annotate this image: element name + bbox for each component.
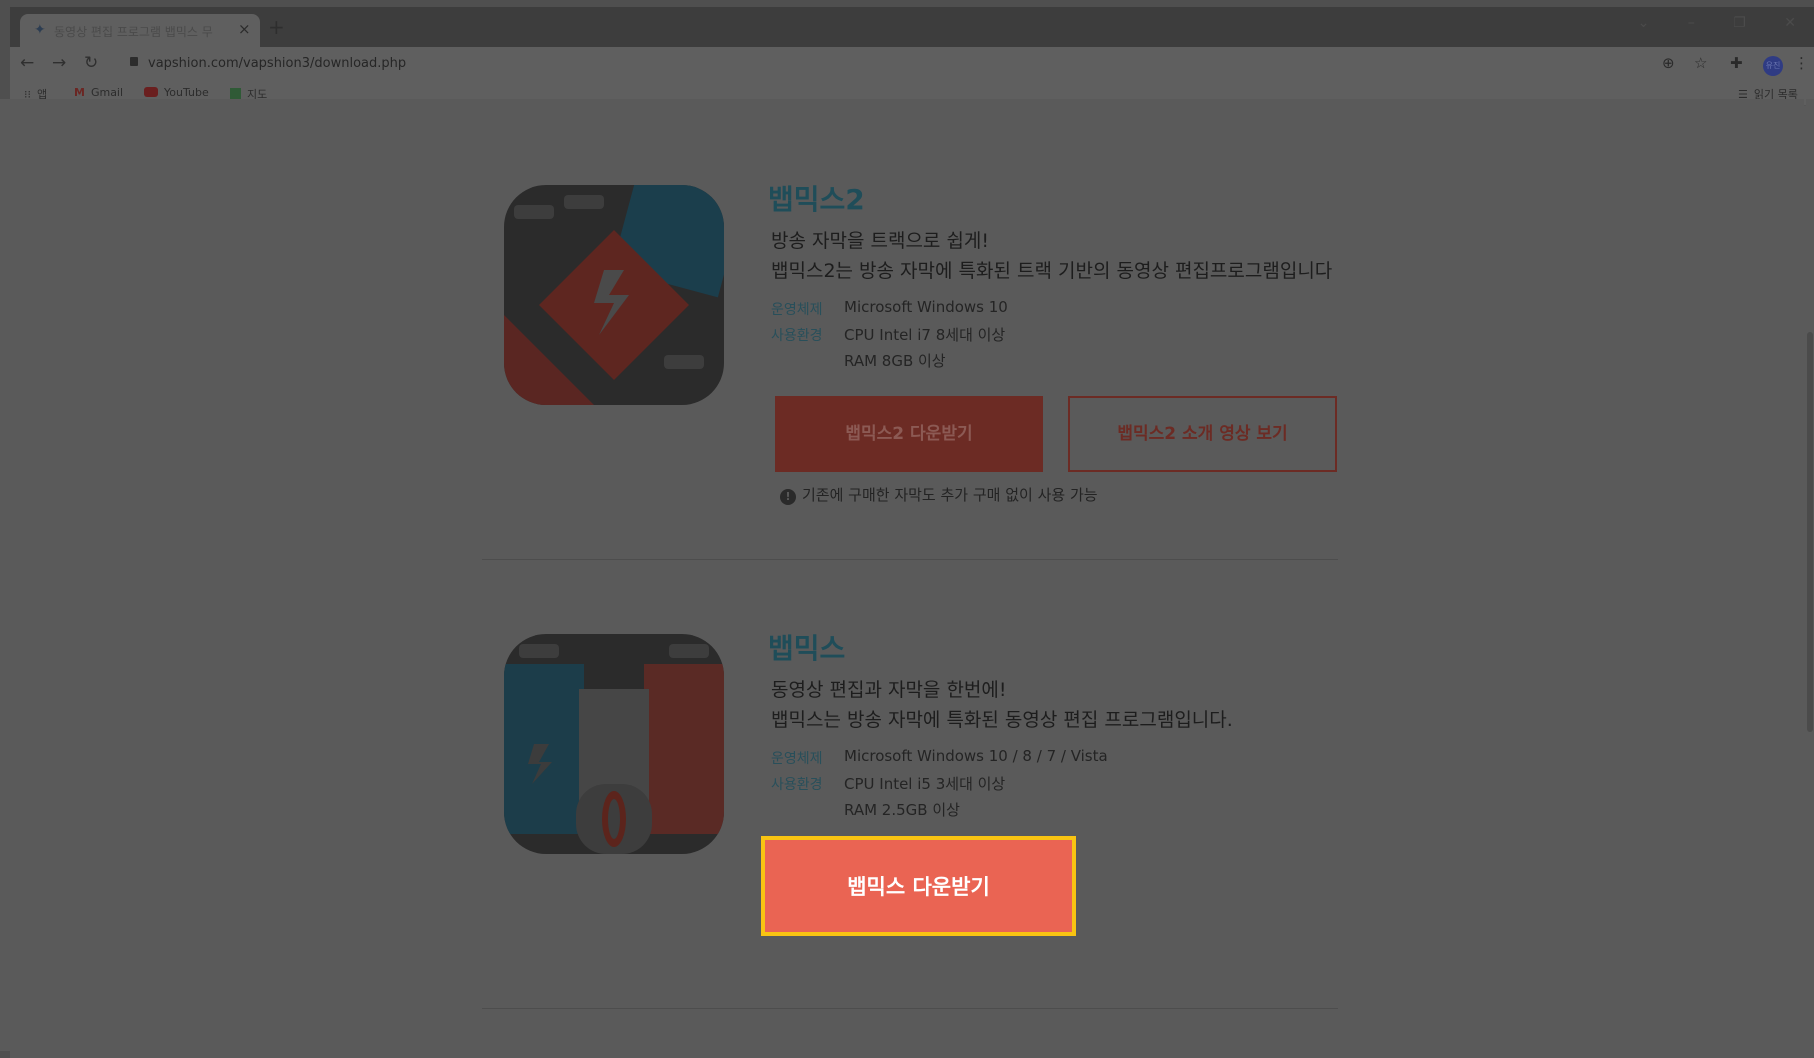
vapmix-download-label: 뱁믹스 다운받기 xyxy=(847,875,990,899)
vapmix2-os-label: 운영체제 xyxy=(771,302,823,318)
vapmix2-env-cpu: CPU Intel i7 8세대 이상 xyxy=(844,326,1006,344)
address-bar[interactable]: vapshion.com/vapshion3/download.php xyxy=(118,52,1678,78)
reload-icon[interactable]: ↻ xyxy=(84,53,98,73)
youtube-icon xyxy=(144,87,158,97)
vapmix2-app-icon xyxy=(504,185,724,405)
restore-icon[interactable]: ❐ xyxy=(1733,15,1746,31)
vapmix2-download-button[interactable]: 뱁믹스2 다운받기 xyxy=(775,396,1043,472)
url-text: vapshion.com/vapshion3/download.php xyxy=(148,56,407,71)
vapmix-tagline-headline: 동영상 편집과 자막을 한번에! xyxy=(771,679,1007,701)
vapmix2-intro-video-button[interactable]: 뱁믹스2 소개 영상 보기 xyxy=(1068,396,1337,472)
browser-tab[interactable]: ✦ 동영상 편집 프로그램 뱁믹스 무 × xyxy=(20,14,260,47)
tab-search-icon[interactable]: ⌄ xyxy=(1638,15,1650,31)
vapmix-os-label: 운영체제 xyxy=(771,751,823,767)
vapmix-app-icon xyxy=(504,634,724,854)
vapmix-env-ram: RAM 2.5GB 이상 xyxy=(844,801,960,819)
window-controls: ⌄ – ❐ ✕ xyxy=(1604,15,1796,31)
site-favicon-icon: ✦ xyxy=(34,22,46,38)
close-window-icon[interactable]: ✕ xyxy=(1784,15,1796,31)
tab-title: 동영상 편집 프로그램 뱁믹스 무 xyxy=(54,25,213,39)
vapmix2-os-value: Microsoft Windows 10 xyxy=(844,298,1008,316)
bookmark-youtube[interactable]: YouTube xyxy=(144,86,209,99)
menu-icon[interactable]: ⋮ xyxy=(1794,54,1809,72)
lock-icon xyxy=(130,57,138,66)
section-divider-bottom xyxy=(482,1008,1338,1009)
browser-toolbar: ← → ↻ vapshion.com/vapshion3/download.ph… xyxy=(10,47,1814,83)
vapmix2-note: ! 기존에 구매한 자막도 추가 구매 없이 사용 가능 xyxy=(780,484,1098,505)
vapmix-tagline-description: 뱁믹스는 방송 자막에 특화된 동영상 편집 프로그램입니다. xyxy=(771,709,1233,731)
tab-bar: ✦ 동영상 편집 프로그램 뱁믹스 무 × + ⌄ – ❐ ✕ xyxy=(10,7,1814,47)
scrollbar-thumb[interactable] xyxy=(1807,332,1813,732)
vapmix-os-value: Microsoft Windows 10 / 8 / 7 / Vista xyxy=(844,747,1108,765)
info-icon: ! xyxy=(780,489,796,505)
new-tab-button[interactable]: + xyxy=(268,15,285,39)
section-divider xyxy=(482,559,1338,560)
vapmix2-tagline-description: 뱁믹스2는 방송 자막에 특화된 트랙 기반의 동영상 편집프로그램입니다 xyxy=(771,260,1333,282)
gmail-icon: M xyxy=(74,86,85,99)
scrollbar[interactable] xyxy=(1806,99,1814,1051)
zoom-icon[interactable]: ⊕ xyxy=(1662,54,1675,72)
bookmark-gmail[interactable]: M Gmail xyxy=(74,86,123,99)
vapmix2-tagline-headline: 방송 자막을 트랙으로 쉽게! xyxy=(771,230,990,252)
vapmix-download-button[interactable]: 뱁믹스 다운받기 xyxy=(761,836,1076,936)
back-icon[interactable]: ← xyxy=(20,53,34,73)
maps-icon xyxy=(230,88,241,99)
vapmix-env-cpu: CPU Intel i5 3세대 이상 xyxy=(844,775,1006,793)
forward-icon[interactable]: → xyxy=(52,53,66,73)
close-tab-icon[interactable]: × xyxy=(238,20,251,38)
minimize-icon[interactable]: – xyxy=(1688,15,1695,31)
vapmix2-env-ram: RAM 8GB 이상 xyxy=(844,352,946,370)
vapmix2-title: 뱁믹스2 xyxy=(768,183,865,216)
bookmark-star-icon[interactable]: ☆ xyxy=(1694,54,1707,72)
profile-avatar[interactable]: 유진 xyxy=(1763,56,1783,76)
vapmix-env-label: 사용환경 xyxy=(771,777,823,793)
vapmix-title: 뱁믹스 xyxy=(768,632,846,665)
extensions-icon[interactable]: ✚ xyxy=(1730,54,1743,72)
vapmix2-env-label: 사용환경 xyxy=(771,328,823,344)
